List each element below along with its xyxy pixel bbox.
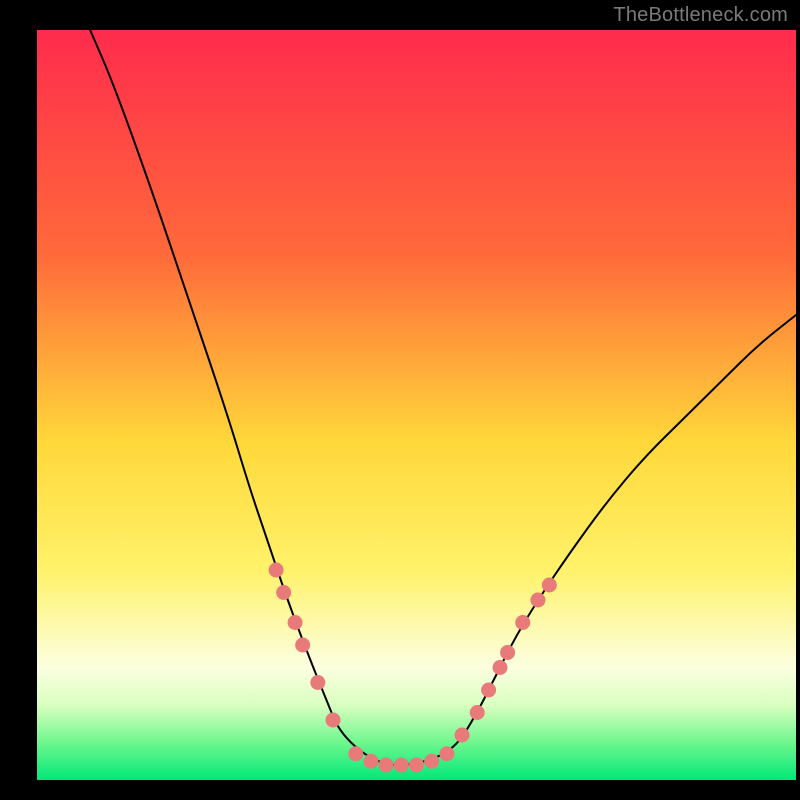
curve-marker	[455, 728, 470, 743]
curve-marker	[394, 758, 409, 773]
curve-marker	[530, 593, 545, 608]
curve-marker	[276, 585, 291, 600]
curve-marker	[269, 563, 284, 578]
curve-marker	[492, 660, 507, 675]
curve-marker	[409, 758, 424, 773]
curve-marker	[481, 683, 496, 698]
curve-marker	[288, 615, 303, 630]
curve-marker	[295, 638, 310, 653]
curve-marker	[515, 615, 530, 630]
curve-marker	[542, 578, 557, 593]
plot-background	[37, 30, 796, 780]
chart-stage: TheBottleneck.com	[0, 0, 800, 800]
plot-frame	[0, 780, 800, 800]
curve-marker	[326, 713, 341, 728]
curve-marker	[470, 705, 485, 720]
watermark-text: TheBottleneck.com	[613, 4, 788, 27]
plot-frame	[0, 0, 37, 800]
curve-marker	[310, 675, 325, 690]
plot-frame	[796, 0, 800, 800]
curve-marker	[363, 754, 378, 769]
curve-marker	[500, 645, 515, 660]
curve-marker	[439, 746, 454, 761]
curve-marker	[424, 754, 439, 769]
curve-marker	[348, 746, 363, 761]
chart-canvas	[0, 0, 800, 800]
curve-marker	[379, 758, 394, 773]
